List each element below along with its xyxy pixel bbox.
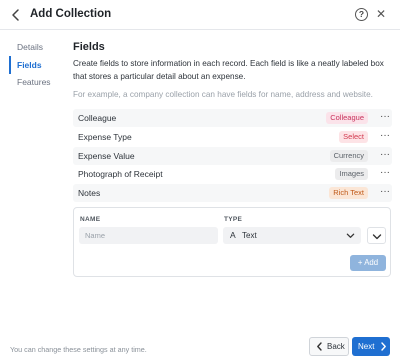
section-example: For example, a company collection can ha… bbox=[73, 90, 373, 99]
section-description: Create fields to store information in ea… bbox=[73, 59, 384, 81]
field-name: Expense Type bbox=[78, 131, 132, 142]
new-field-form: NAME TYPE A Text + Add bbox=[73, 207, 391, 277]
more-options-icon[interactable]: ··· bbox=[380, 166, 390, 180]
field-name: Expense Value bbox=[78, 150, 135, 161]
next-button-label: Next bbox=[358, 342, 375, 351]
field-name-input[interactable] bbox=[79, 227, 218, 244]
back-chevron-icon[interactable] bbox=[9, 8, 23, 22]
field-row[interactable]: Expense Type Select ··· bbox=[73, 128, 392, 146]
field-type-select[interactable]: A Text bbox=[223, 227, 361, 244]
next-button[interactable]: Next bbox=[352, 337, 390, 356]
field-type-badge: Images bbox=[335, 168, 368, 181]
dialog-title: Add Collection bbox=[30, 8, 112, 20]
field-name: Photograph of Receipt bbox=[78, 169, 163, 180]
footer-note: You can change these settings at any tim… bbox=[10, 345, 147, 354]
dialog-header: Add Collection ? ✕ bbox=[0, 0, 400, 30]
nav-item-details[interactable]: Details bbox=[0, 38, 62, 56]
more-options-icon[interactable]: ··· bbox=[380, 110, 390, 124]
type-column-label: TYPE bbox=[224, 216, 243, 223]
field-type-badge: Currency bbox=[329, 149, 368, 162]
field-name: Colleague bbox=[78, 113, 117, 123]
field-row[interactable]: Notes Rich Text ··· bbox=[73, 184, 392, 203]
field-options-button[interactable] bbox=[367, 227, 386, 244]
nav-item-fields[interactable]: Fields bbox=[0, 56, 62, 74]
more-options-icon[interactable]: ··· bbox=[380, 185, 390, 199]
field-name: Notes bbox=[78, 188, 101, 199]
close-icon[interactable]: ✕ bbox=[376, 7, 386, 21]
chevron-down-icon bbox=[372, 234, 382, 240]
chevron-left-icon bbox=[317, 342, 322, 351]
field-type-badge: Colleague bbox=[326, 112, 368, 124]
chevron-down-icon bbox=[346, 233, 355, 238]
text-type-icon: A bbox=[230, 230, 236, 240]
field-type-badge: Select bbox=[339, 130, 368, 143]
more-options-icon[interactable]: ··· bbox=[380, 129, 390, 143]
help-icon[interactable]: ? bbox=[355, 8, 368, 21]
field-row[interactable]: Colleague Colleague ··· bbox=[73, 109, 392, 127]
name-column-label: NAME bbox=[80, 216, 101, 223]
field-row[interactable]: Photograph of Receipt Images ··· bbox=[73, 165, 392, 183]
section-title: Fields bbox=[73, 41, 105, 53]
back-button-label: Back bbox=[327, 342, 345, 351]
field-type-value: Text bbox=[242, 231, 257, 240]
add-field-button[interactable]: + Add bbox=[350, 255, 386, 271]
field-row[interactable]: Expense Value Currency ··· bbox=[73, 146, 392, 165]
field-type-badge: Rich Text bbox=[329, 187, 368, 200]
nav-item-features[interactable]: Features bbox=[0, 73, 62, 91]
back-button[interactable]: Back bbox=[309, 337, 349, 356]
chevron-right-icon bbox=[381, 342, 386, 351]
more-options-icon[interactable]: ··· bbox=[380, 148, 390, 162]
